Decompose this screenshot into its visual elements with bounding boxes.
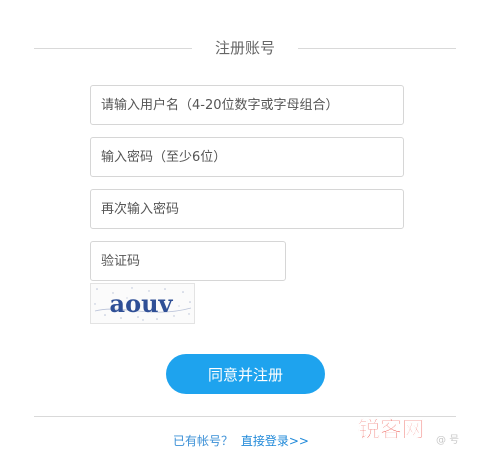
captcha-field-box (90, 241, 286, 281)
captcha-input[interactable] (91, 242, 285, 280)
captcha-image[interactable]: aouv (90, 283, 195, 324)
direct-login-link[interactable]: 直接登录>> (241, 434, 309, 448)
confirm-password-input[interactable] (91, 190, 403, 228)
confirm-password-field-box (90, 189, 404, 229)
password-field-box (90, 137, 404, 177)
captcha-text: aouv (110, 289, 174, 318)
register-page: 注册账号 aouv 同意并注册 已有帐号？ 直接登录> (0, 0, 482, 459)
watermark-brand: 锐客网 (358, 417, 424, 443)
watermark-extra: @ 号 (436, 434, 459, 446)
password-input[interactable] (91, 138, 403, 176)
username-input[interactable] (91, 86, 403, 124)
watermark: 锐客网 @ 号 (352, 410, 480, 450)
username-field-box (90, 85, 404, 125)
title-row: 注册账号 (34, 38, 456, 58)
title-divider-right (298, 48, 456, 49)
has-account-text: 已有帐号？ (173, 434, 234, 448)
agree-register-button[interactable]: 同意并注册 (166, 354, 325, 394)
